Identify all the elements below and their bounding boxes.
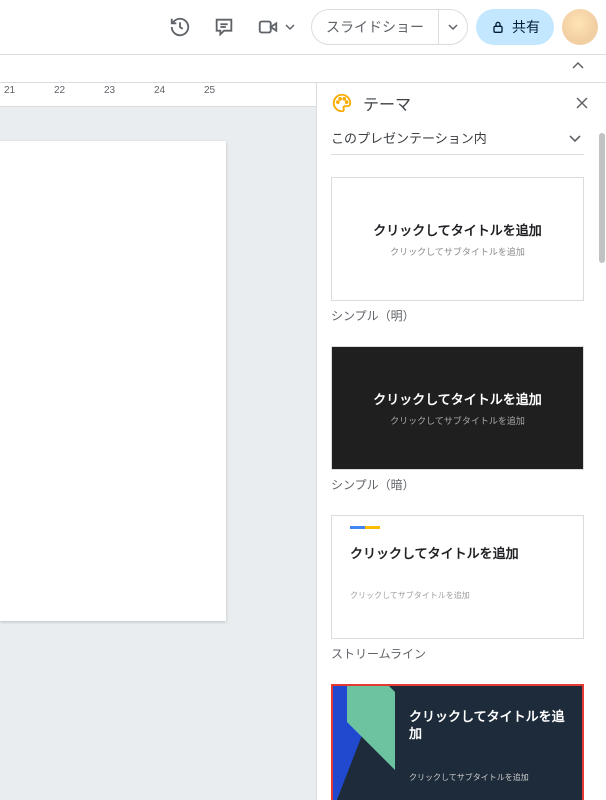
slideshow-button[interactable]: スライドショー — [312, 10, 439, 44]
avatar[interactable] — [562, 9, 598, 45]
theme-label: シンプル（明） — [331, 307, 584, 324]
chevron-down-icon — [566, 129, 584, 147]
scrollbar-thumb[interactable] — [599, 133, 605, 263]
ruler-tick: 22 — [54, 85, 84, 96]
theme-label: シンプル（暗） — [331, 476, 584, 493]
ruler-tick: 25 — [204, 85, 234, 96]
main-toolbar: スライドショー 共有 — [0, 0, 606, 55]
slide-viewport[interactable] — [0, 107, 316, 800]
panel-title: テーマ — [363, 91, 560, 115]
theme-art — [333, 686, 409, 800]
ruler-tick: 24 — [154, 85, 184, 96]
thumb-subtitle: クリックしてサブタイトルを追加 — [409, 772, 572, 783]
history-icon[interactable] — [162, 9, 198, 45]
section-in-this-presentation[interactable]: このプレゼンテーション内 — [331, 121, 584, 155]
theme-thumb-simple-dark[interactable]: クリックしてタイトルを追加 クリックしてサブタイトルを追加 — [331, 346, 584, 470]
thumb-subtitle: クリックしてサブタイトルを追加 — [390, 245, 525, 258]
theme-label: ストリームライン — [331, 645, 584, 662]
video-caret-icon[interactable] — [283, 20, 297, 34]
slideshow-split-button: スライドショー — [311, 9, 468, 45]
ruler-tick: 23 — [104, 85, 134, 96]
present-video-combo[interactable] — [250, 9, 297, 45]
theme-thumb-simple-light[interactable]: クリックしてタイトルを追加 クリックしてサブタイトルを追加 — [331, 177, 584, 301]
subbar — [0, 55, 606, 83]
canvas-area: 21 22 23 24 25 — [0, 83, 316, 800]
themes-panel: テーマ このプレゼンテーション内 クリックしてタイトルを追加 クリックしてサブタ… — [316, 83, 606, 800]
theme-thumb-focus[interactable]: クリックしてタイトルを追加 クリックしてサブタイトルを追加 — [331, 684, 584, 800]
slideshow-caret[interactable] — [439, 10, 467, 44]
thumb-subtitle: クリックしてサブタイトルを追加 — [390, 414, 525, 427]
slideshow-button-label: スライドショー — [326, 17, 424, 37]
close-panel-button[interactable] — [570, 91, 594, 115]
thumb-title: クリックしてタイトルを追加 — [373, 389, 542, 408]
thumb-title: クリックしてタイトルを追加 — [350, 543, 519, 562]
panel-header: テーマ — [317, 83, 606, 121]
palette-icon — [331, 92, 353, 114]
panel-scrollbar[interactable] — [598, 121, 606, 800]
theme-item-simple-light: クリックしてタイトルを追加 クリックしてサブタイトルを追加 シンプル（明） — [331, 177, 584, 324]
slide-canvas[interactable] — [0, 141, 226, 621]
video-icon[interactable] — [250, 9, 286, 45]
ruler-tick: 21 — [4, 85, 34, 96]
theme-item-streamline: クリックしてタイトルを追加 クリックしてサブタイトルを追加 ストリームライン — [331, 515, 584, 662]
section-label: このプレゼンテーション内 — [331, 128, 487, 147]
collapse-up-icon[interactable] — [570, 58, 586, 79]
content: 21 22 23 24 25 テーマ — [0, 83, 606, 800]
theme-thumb-streamline[interactable]: クリックしてタイトルを追加 クリックしてサブタイトルを追加 — [331, 515, 584, 639]
share-button[interactable]: 共有 — [476, 9, 554, 45]
thumb-title: クリックしてタイトルを追加 — [409, 709, 572, 743]
lock-icon — [490, 19, 506, 35]
thumb-subtitle: クリックしてサブタイトルを追加 — [350, 590, 470, 601]
ruler: 21 22 23 24 25 — [0, 83, 316, 107]
accent-bar-icon — [350, 526, 380, 529]
comment-icon[interactable] — [206, 9, 242, 45]
thumb-title: クリックしてタイトルを追加 — [373, 220, 542, 239]
theme-item-focus: クリックしてタイトルを追加 クリックしてサブタイトルを追加 — [331, 684, 584, 800]
theme-item-simple-dark: クリックしてタイトルを追加 クリックしてサブタイトルを追加 シンプル（暗） — [331, 346, 584, 493]
panel-scroll[interactable]: このプレゼンテーション内 クリックしてタイトルを追加 クリックしてサブタイトルを… — [317, 121, 598, 800]
share-button-label: 共有 — [512, 17, 540, 37]
